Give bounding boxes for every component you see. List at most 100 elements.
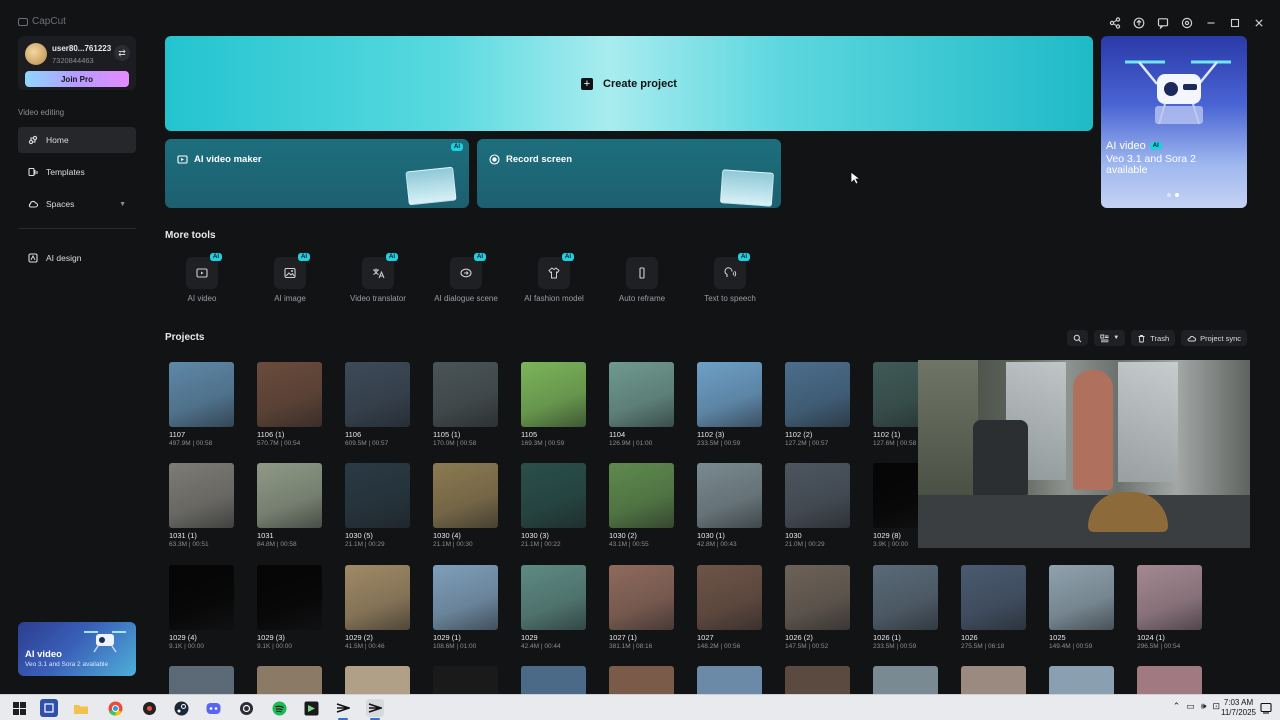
project-thumbnail[interactable] <box>609 463 674 528</box>
file-explorer-icon[interactable] <box>72 699 90 717</box>
project-thumbnail-partial[interactable] <box>785 666 850 694</box>
project-thumbnail[interactable] <box>257 565 322 630</box>
project-card[interactable]: 1030 (5) 21.1M | 00:29 <box>341 459 421 555</box>
project-thumbnail-partial[interactable] <box>1049 666 1114 694</box>
close-icon[interactable] <box>1252 16 1266 30</box>
capcut-icon[interactable] <box>334 699 352 720</box>
spotify-icon[interactable] <box>270 699 288 717</box>
carousel-dot-active[interactable] <box>1175 193 1179 197</box>
notification-icon[interactable] <box>1260 702 1272 714</box>
project-card[interactable]: 1030 (4) 21.1M | 00:30 <box>429 459 509 555</box>
project-thumbnail[interactable] <box>697 565 762 630</box>
chevron-up-icon[interactable]: ⌃ <box>1173 701 1181 712</box>
project-thumbnail[interactable] <box>697 362 762 427</box>
project-thumbnail-partial[interactable] <box>345 666 410 694</box>
project-card[interactable]: 1027 148.2M | 00:56 <box>693 561 773 657</box>
project-card[interactable]: 1030 (2) 43.1M | 00:55 <box>605 459 685 555</box>
project-card[interactable]: 1029 (4) 9.1K | 00:00 <box>165 561 245 657</box>
sidebar-item-home[interactable]: Home <box>18 127 136 153</box>
project-thumbnail[interactable] <box>257 362 322 427</box>
project-thumbnail[interactable] <box>169 463 234 528</box>
search-button[interactable] <box>1067 330 1089 346</box>
project-thumbnail-partial[interactable] <box>169 666 234 694</box>
project-card[interactable]: 1106 (1) 570.7M | 00:54 <box>253 358 333 454</box>
carousel-dots[interactable] <box>1167 193 1179 197</box>
project-card[interactable]: 1102 (2) 127.2M | 00:57 <box>781 358 861 454</box>
maximize-icon[interactable] <box>1228 16 1242 30</box>
project-card[interactable]: 1102 (3) 233.5M | 00:59 <box>693 358 773 454</box>
project-thumbnail[interactable] <box>257 463 322 528</box>
project-thumbnail[interactable] <box>169 362 234 427</box>
project-thumbnail[interactable] <box>345 362 410 427</box>
project-card[interactable]: 1026 275.5M | 06:18 <box>957 561 1037 657</box>
project-thumbnail-partial[interactable] <box>961 666 1026 694</box>
tool-ai-image[interactable]: AI AI image <box>246 253 334 305</box>
project-card[interactable]: 1029 (3) 9.1K | 00:00 <box>253 561 333 657</box>
feedback-icon[interactable] <box>1156 16 1170 30</box>
project-thumbnail[interactable] <box>433 565 498 630</box>
carousel-dot[interactable] <box>1167 193 1171 197</box>
project-card[interactable]: 1030 21.0M | 00:29 <box>781 459 861 555</box>
project-thumbnail[interactable] <box>345 565 410 630</box>
tool-auto-reframe[interactable]: Auto reframe <box>598 253 686 305</box>
project-thumbnail[interactable] <box>433 463 498 528</box>
project-thumbnail[interactable] <box>609 362 674 427</box>
project-card[interactable]: 1029 42.4M | 00:44 <box>517 561 597 657</box>
capcut-active-icon[interactable] <box>366 699 384 720</box>
tool-ai-video[interactable]: AI AI video <box>158 253 246 305</box>
tool-text-to-speech[interactable]: AI Text to speech <box>686 253 774 305</box>
tool-ai-dialogue-scene[interactable]: AI AI dialogue scene <box>422 253 510 305</box>
project-card[interactable]: 1029 (1) 108.6M | 01:00 <box>429 561 509 657</box>
project-thumbnail[interactable] <box>433 362 498 427</box>
project-card[interactable]: 1104 126.9M | 01:00 <box>605 358 685 454</box>
create-project-button[interactable]: + Create project <box>165 36 1093 131</box>
project-card[interactable]: 1031 84.8M | 00:58 <box>253 459 333 555</box>
journal-icon[interactable] <box>40 699 58 717</box>
project-thumbnail[interactable] <box>961 565 1026 630</box>
discord-icon[interactable] <box>204 699 222 717</box>
project-card[interactable]: 1030 (3) 21.1M | 00:22 <box>517 459 597 555</box>
ai-video-promo-small[interactable]: AI video Veo 3.1 and Sora 2 available <box>18 622 136 676</box>
project-thumbnail[interactable] <box>521 362 586 427</box>
project-thumbnail-partial[interactable] <box>521 666 586 694</box>
project-card[interactable]: 1030 (1) 42.8M | 00:43 <box>693 459 773 555</box>
project-card[interactable]: 1105 (1) 170.0M | 00:58 <box>429 358 509 454</box>
windows-start-icon[interactable] <box>10 699 28 717</box>
user-card[interactable]: user80...761223 7320844463 ⇄ Join Pro <box>18 36 136 90</box>
project-card[interactable]: 1025 149.4M | 00:59 <box>1045 561 1125 657</box>
sidebar-item-spaces[interactable]: Spaces ▼ <box>18 191 136 217</box>
project-thumbnail-partial[interactable] <box>433 666 498 694</box>
volume-icon[interactable]: 🕪 <box>1201 701 1207 712</box>
project-thumbnail[interactable] <box>609 565 674 630</box>
project-thumbnail-partial[interactable] <box>609 666 674 694</box>
network-icon[interactable]: ⊡ <box>1212 701 1220 712</box>
project-thumbnail-partial[interactable] <box>257 666 322 694</box>
project-thumbnail[interactable] <box>785 362 850 427</box>
project-thumbnail-partial[interactable] <box>697 666 762 694</box>
sidebar-item-templates[interactable]: Templates <box>18 159 136 185</box>
view-toggle-button[interactable]: ▼ <box>1094 330 1126 346</box>
project-thumbnail[interactable] <box>521 565 586 630</box>
project-card[interactable]: 1024 (1) 296.5M | 00:54 <box>1133 561 1213 657</box>
chrome-icon[interactable] <box>106 699 124 717</box>
ai-video-maker-card[interactable]: AI video maker AI <box>165 139 469 208</box>
project-thumbnail[interactable] <box>697 463 762 528</box>
laptop-icon[interactable]: ▭ <box>1186 701 1195 712</box>
settings-gear-icon[interactable] <box>1180 16 1194 30</box>
minimize-icon[interactable] <box>1204 16 1218 30</box>
tool-video-translator[interactable]: AI Video translator <box>334 253 422 305</box>
avatar[interactable] <box>25 43 47 65</box>
project-thumbnail[interactable] <box>345 463 410 528</box>
chevron-down-icon[interactable]: ▼ <box>119 201 126 208</box>
taskbar-clock[interactable]: 7:03 AM 11/7/2025 <box>1221 698 1256 718</box>
project-card[interactable]: 1027 (1) 381.1M | 08:16 <box>605 561 685 657</box>
record-screen-card[interactable]: Record screen <box>477 139 781 208</box>
project-thumbnail[interactable] <box>1049 565 1114 630</box>
project-thumbnail[interactable] <box>169 565 234 630</box>
upload-icon[interactable] <box>1132 16 1146 30</box>
media-player-icon[interactable] <box>140 699 158 717</box>
project-card[interactable]: 1026 (1) 233.5M | 00:59 <box>869 561 949 657</box>
ai-video-promo-banner[interactable]: AI video AI Veo 3.1 and Sora 2 available <box>1101 36 1247 208</box>
terminal-app-icon[interactable] <box>302 699 320 717</box>
project-card[interactable]: 1107 497.9M | 00:58 <box>165 358 245 454</box>
